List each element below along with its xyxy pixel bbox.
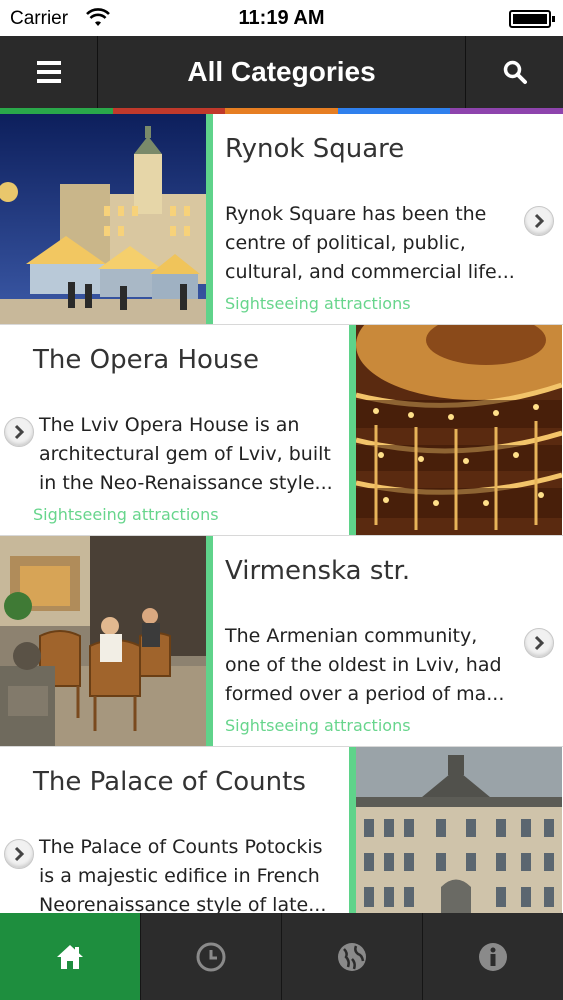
item-description: The Armenian community, one of the oldes…: [225, 625, 505, 705]
battery-icon: [509, 10, 555, 28]
item-description: The Palace of Counts Potockis is a majes…: [39, 836, 327, 913]
item-description: Rynok Square has been the centre of poli…: [225, 203, 515, 283]
item-title: The Opera House: [33, 345, 259, 375]
chevron-right-icon: [534, 635, 545, 651]
attraction-photo: [356, 325, 562, 535]
item-title: Rynok Square: [225, 134, 405, 164]
status-time: 11:19 AM: [238, 7, 325, 29]
chevron-right-icon: [14, 846, 25, 862]
attraction-photo: [356, 747, 562, 913]
status-bar: Carrier 11:19 AM: [0, 0, 563, 36]
tab-bar: [0, 913, 563, 1000]
attractions-list[interactable]: Rynok Square Rynok Square has been the c…: [0, 114, 563, 913]
menu-button[interactable]: [0, 36, 98, 108]
item-category: Sightseeing attractions: [225, 294, 411, 313]
tab-info[interactable]: [423, 913, 563, 1000]
details-arrow-button[interactable]: [524, 628, 554, 658]
item-category: Sightseeing attractions: [33, 505, 219, 524]
navigation-bar: All Categories: [0, 36, 563, 108]
search-button[interactable]: [465, 36, 563, 108]
details-arrow-button[interactable]: [524, 206, 554, 236]
attraction-photo: [0, 114, 206, 324]
page-title: All Categories: [187, 56, 376, 87]
accent-bar: [206, 536, 213, 746]
tab-map[interactable]: [282, 913, 423, 1000]
accent-bar: [349, 747, 356, 913]
info-icon: [479, 942, 507, 971]
list-item[interactable]: The Opera House The Lviv Opera House is …: [0, 325, 563, 536]
list-item[interactable]: Rynok Square Rynok Square has been the c…: [0, 114, 563, 325]
item-title: The Palace of Counts: [33, 767, 306, 797]
globe-icon: [338, 942, 366, 971]
details-arrow-button[interactable]: [4, 839, 34, 869]
list-item[interactable]: The Palace of Counts The Palace of Count…: [0, 747, 563, 913]
menu-icon: [36, 61, 61, 83]
details-arrow-button[interactable]: [4, 417, 34, 447]
item-description: The Lviv Opera House is an architectural…: [39, 414, 333, 494]
chevron-right-icon: [14, 424, 25, 440]
item-category: Sightseeing attractions: [225, 716, 411, 735]
item-title: Virmenska str.: [225, 556, 411, 586]
search-icon: [502, 59, 528, 85]
accent-bar: [349, 325, 356, 535]
chevron-right-icon: [534, 213, 545, 229]
accent-bar: [206, 114, 213, 324]
attraction-photo: [0, 536, 206, 746]
tab-home[interactable]: [0, 913, 141, 1000]
clock-icon: [196, 942, 226, 971]
home-icon: [57, 944, 83, 969]
list-item[interactable]: Virmenska str. The Armenian community, o…: [0, 536, 563, 747]
tab-recent[interactable]: [141, 913, 282, 1000]
